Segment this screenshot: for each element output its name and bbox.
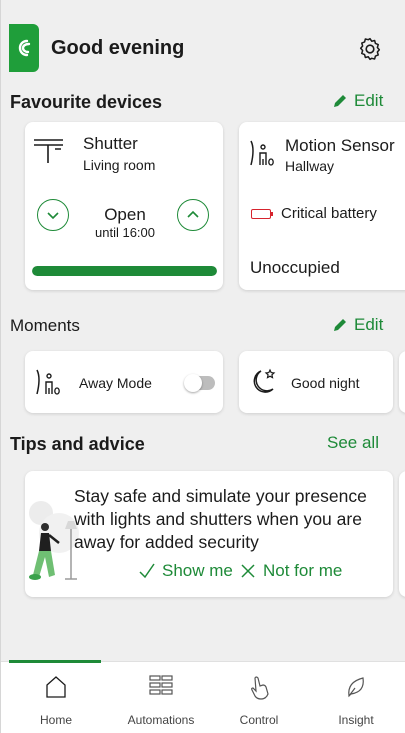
control-icon: [251, 676, 269, 700]
nav-label: Home: [39, 713, 72, 727]
nav-item-insight[interactable]: Insight: [306, 662, 405, 733]
show-me-label: Show me: [162, 561, 233, 580]
battery-tip: [271, 212, 273, 216]
moments-edit-button[interactable]: Edit: [332, 315, 383, 335]
moment-card-away-mode[interactable]: Away Mode: [25, 351, 223, 413]
tip-card: Stay safe and simulate your presence wit…: [25, 471, 393, 597]
shutter-position-bar: [32, 266, 217, 276]
away-mode-icon: [36, 369, 60, 395]
nav-item-automations[interactable]: Automations: [111, 662, 211, 733]
nav-item-home[interactable]: Home: [6, 662, 106, 733]
favourite-devices-title: Favourite devices: [10, 92, 163, 112]
nav-label: Control: [239, 713, 279, 727]
toggle-knob: [184, 374, 202, 392]
greeting-title: Good evening: [51, 37, 185, 59]
nav-label: Automations: [127, 713, 195, 727]
pencil-icon: [334, 95, 346, 107]
shutter-open-button[interactable]: [177, 199, 209, 231]
close-icon: [241, 564, 255, 578]
shutter-icon: [34, 139, 63, 163]
device-room: Hallway: [285, 158, 335, 174]
pencil-icon: [334, 319, 346, 331]
moments-title: Moments: [10, 316, 80, 335]
moment-card-good-night[interactable]: Good night: [239, 351, 393, 413]
insight-icon: [348, 677, 364, 698]
shutter-position-fill: [32, 266, 217, 276]
shutter-state: Open: [104, 205, 146, 224]
moments-edit-label: Edit: [354, 315, 384, 334]
device-card-shutter[interactable]: Shutter Living room Open until 16:00: [25, 122, 223, 290]
tips-see-all-link[interactable]: See all: [327, 433, 379, 453]
device-card-motion-sensor[interactable]: Motion Sensor Hallway Critical battery U…: [239, 122, 405, 290]
moment-label: Away Mode: [79, 375, 152, 391]
tip-text: Stay safe and simulate your presence wit…: [74, 486, 367, 552]
motion-sensor-icon: [250, 140, 274, 166]
moon-star-icon: [253, 368, 276, 393]
battery-status: Critical battery: [281, 205, 377, 222]
shutter-close-button[interactable]: [37, 199, 69, 231]
tip-card-partial: [399, 471, 405, 597]
battery-critical-icon: [251, 209, 271, 219]
brand-logo-icon: [9, 24, 39, 72]
favourites-edit-label: Edit: [354, 91, 384, 110]
chevron-down-icon: [47, 212, 59, 220]
settings-gear-icon[interactable]: [355, 34, 385, 64]
home-icon: [46, 676, 66, 698]
shutter-state-detail: until 16:00: [95, 225, 155, 240]
app-header: Good evening: [1, 24, 405, 72]
moment-card-partial[interactable]: [399, 351, 405, 413]
automations-icon: [149, 675, 173, 695]
device-room: Living room: [83, 157, 156, 173]
nav-label: Insight: [338, 713, 374, 727]
device-name: Shutter: [83, 134, 138, 153]
favourites-edit-button[interactable]: Edit: [332, 91, 383, 111]
not-for-me-button[interactable]: Not for me: [239, 561, 342, 581]
bottom-navigation: Home Automations Control Insight: [1, 660, 405, 733]
device-name: Motion Sensor: [285, 136, 395, 155]
nav-item-control[interactable]: Control: [209, 662, 309, 733]
away-mode-toggle[interactable]: [184, 374, 215, 392]
not-for-me-label: Not for me: [263, 561, 343, 580]
moment-label: Good night: [291, 375, 360, 391]
check-icon: [139, 563, 155, 579]
home-screen: Good evening Favourite devices Edit Shut…: [0, 0, 405, 733]
tips-title: Tips and advice: [10, 434, 145, 454]
occupancy-status: Unoccupied: [250, 258, 340, 277]
chevron-up-icon: [187, 210, 199, 218]
show-me-button[interactable]: Show me: [138, 561, 233, 581]
